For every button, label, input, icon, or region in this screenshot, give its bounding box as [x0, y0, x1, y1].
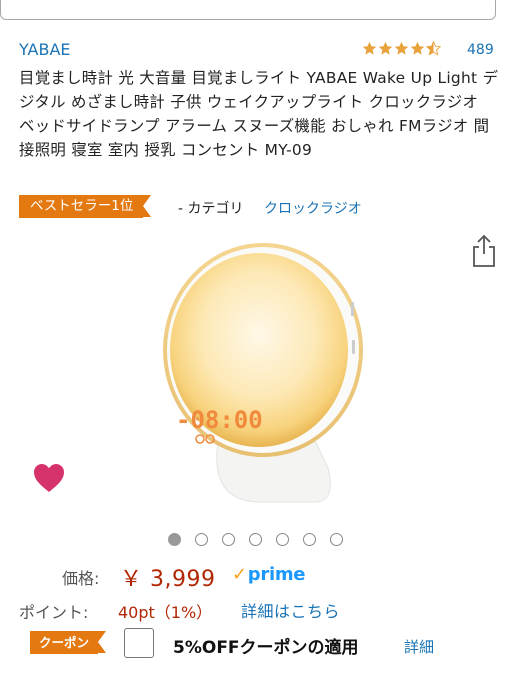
- coupon-badge: クーポン: [30, 631, 107, 654]
- coupon-details-link[interactable]: 詳細: [404, 636, 434, 657]
- prime-label: prime: [247, 564, 306, 585]
- prime-check-icon: ✓: [232, 564, 247, 585]
- coupon-checkbox[interactable]: [124, 628, 154, 658]
- category-prefix: - カテゴリ: [178, 201, 244, 217]
- category-link[interactable]: クロックラジオ: [264, 198, 362, 218]
- star-icon: [378, 41, 393, 55]
- star-icon: [410, 41, 425, 55]
- product-image[interactable]: -08:00: [150, 240, 370, 510]
- product-title: 目覚まし時計 光 大音量 目覚ましライト YABAE Wake Up Light…: [19, 69, 499, 159]
- coupon-text[interactable]: 5%OFFクーポンの適用: [173, 633, 359, 658]
- star-icon: [394, 41, 409, 55]
- carousel-dot[interactable]: [195, 533, 208, 546]
- image-carousel-dots[interactable]: [168, 533, 343, 546]
- rating-count-link[interactable]: 489: [467, 42, 494, 58]
- price-label: 価格:: [62, 569, 100, 588]
- heart-icon[interactable]: [33, 463, 65, 493]
- share-icon[interactable]: [472, 234, 496, 268]
- carousel-dot[interactable]: [249, 533, 262, 546]
- price-value: ￥ 3,999: [120, 567, 216, 592]
- points-details-link[interactable]: 詳細はこちら: [241, 598, 340, 622]
- points-value: 40pt（1%）: [118, 603, 213, 622]
- carousel-dot[interactable]: [168, 533, 181, 546]
- search-bar[interactable]: [0, 0, 496, 20]
- star-half-icon: [426, 41, 441, 56]
- star-rating[interactable]: [362, 41, 441, 56]
- bestseller-badge: ベストセラー1位: [19, 195, 152, 218]
- carousel-dot[interactable]: [276, 533, 289, 546]
- clock-display: -08:00: [176, 406, 263, 434]
- brand-link[interactable]: YABAE: [19, 40, 71, 59]
- prime-badge: ✓prime: [232, 564, 306, 585]
- points-label: ポイント:: [19, 603, 89, 622]
- carousel-dot[interactable]: [222, 533, 235, 546]
- star-icon: [362, 41, 377, 55]
- carousel-dot[interactable]: [330, 533, 343, 546]
- carousel-dot[interactable]: [303, 533, 316, 546]
